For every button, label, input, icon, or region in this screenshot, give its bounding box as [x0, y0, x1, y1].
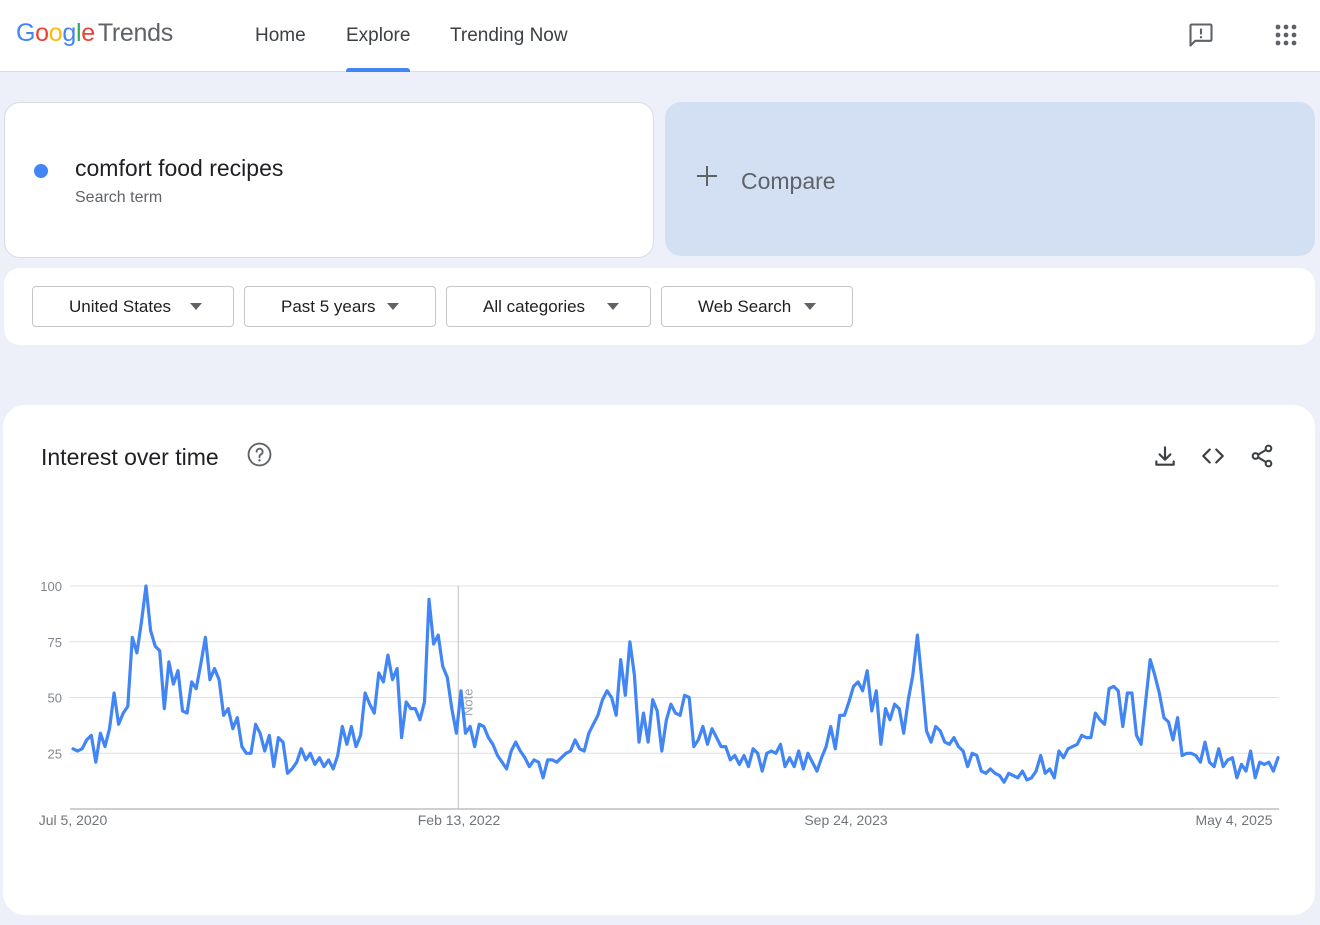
- feedback-icon[interactable]: [1184, 18, 1218, 52]
- nav-explore-label: Explore: [346, 25, 411, 46]
- x-tick-label-0: Jul 5, 2020: [39, 812, 108, 828]
- apps-grid-icon[interactable]: [1269, 18, 1303, 52]
- interest-over-time-chart[interactable]: 25 50 75 100 Jul 5, 2020 Feb 13, 2022 Sep 24,…: [3, 405, 1315, 885]
- caret-down-icon: [804, 303, 816, 310]
- category-dropdown[interactable]: All categories: [446, 286, 651, 327]
- nav-explore[interactable]: Explore: [346, 0, 411, 72]
- term-color-dot: [34, 164, 48, 178]
- search-term-name[interactable]: comfort food recipes: [75, 155, 283, 182]
- time-range-dropdown[interactable]: Past 5 years: [244, 286, 436, 327]
- y-tick-label-100: 100: [40, 579, 62, 594]
- nav-home[interactable]: Home: [255, 0, 306, 72]
- nav-trending-now-label: Trending Now: [450, 25, 568, 46]
- filter-bar: United States Past 5 years All categorie…: [4, 268, 1315, 345]
- google-trends-logo[interactable]: Google Trends: [16, 19, 173, 48]
- caret-down-icon: [190, 303, 202, 310]
- y-tick-label-25: 25: [48, 746, 62, 761]
- nav-trending-now[interactable]: Trending Now: [450, 0, 568, 72]
- top-app-bar: Google Trends Home Explore Trending Now: [0, 0, 1320, 72]
- x-tick-label-2: Sep 24, 2023: [804, 812, 888, 828]
- search-type-dropdown[interactable]: Web Search: [661, 286, 853, 327]
- region-value: United States: [69, 296, 172, 316]
- category-value: All categories: [483, 296, 586, 316]
- time-range-value: Past 5 years: [281, 296, 376, 316]
- active-tab-indicator: [346, 68, 411, 72]
- nav-home-label: Home: [255, 25, 306, 46]
- product-name: Trends: [97, 19, 173, 47]
- x-tick-label-3: May 4, 2025: [1195, 812, 1272, 828]
- y-tick-label-75: 75: [48, 635, 62, 650]
- interest-over-time-card: Interest over time 25 50 75 100 Jul 5, 2020…: [3, 405, 1315, 915]
- caret-down-icon: [607, 303, 619, 310]
- search-term-type: Search term: [75, 189, 163, 206]
- search-term-card[interactable]: comfort food recipes Search term: [4, 102, 654, 258]
- caret-down-icon: [387, 303, 399, 310]
- x-tick-label-1: Feb 13, 2022: [418, 812, 501, 828]
- search-type-value: Web Search: [698, 296, 792, 316]
- region-dropdown[interactable]: United States: [32, 286, 234, 327]
- compare-button[interactable]: Compare: [665, 102, 1315, 256]
- compare-label: Compare: [741, 168, 836, 194]
- plus-icon: [697, 166, 717, 186]
- y-tick-label-50: 50: [48, 691, 62, 706]
